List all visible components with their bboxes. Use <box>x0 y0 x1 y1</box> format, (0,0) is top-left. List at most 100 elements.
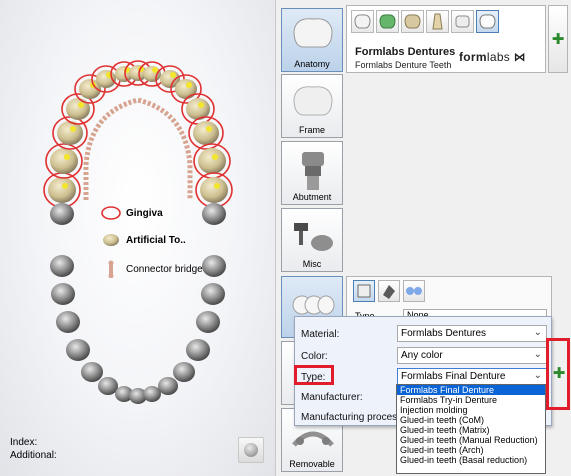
antagonist-tooth <box>51 283 75 305</box>
antagonist-tooth <box>50 203 74 225</box>
shade-icon <box>383 285 395 299</box>
teeth-pair-icon <box>406 287 422 295</box>
artificial-tooth[interactable] <box>45 143 83 179</box>
category-abutment-label: Abutment <box>292 192 332 202</box>
tooth-marker <box>62 183 68 189</box>
legend-artificial-teeth[interactable]: Artificial To.. <box>100 232 186 248</box>
type-select[interactable]: Formlabs Final Denture ⌄ <box>397 368 547 385</box>
tooth-marker <box>64 154 70 160</box>
tooth-type-premolar[interactable] <box>401 10 424 33</box>
tooth-marker <box>170 72 176 78</box>
tooth-marker <box>212 154 218 160</box>
color-select[interactable]: Any color ⌄ <box>397 347 547 364</box>
material-label: Material: <box>301 329 340 340</box>
antagonist-tooth <box>202 255 226 277</box>
type-select-value: Formlabs Final Denture <box>401 371 506 382</box>
type-option[interactable]: Glued-in teeth (Manual Reduction) <box>397 435 545 445</box>
antagonist-tooth <box>186 339 210 361</box>
category-abutment-button[interactable]: Abutment <box>281 141 343 205</box>
artificial-tooth[interactable] <box>91 65 121 93</box>
crown-icon <box>455 15 470 28</box>
misc-icon <box>294 223 333 251</box>
legend-connector-bridge-label: Connector bridge <box>126 263 203 275</box>
gingiva-ring-icon <box>101 206 121 220</box>
tooth-type-denture-set[interactable] <box>476 10 499 33</box>
legend-gingiva-label: Gingiva <box>126 207 163 219</box>
category-anatomy-button[interactable]: Anatomy <box>281 8 343 72</box>
removable-tab-teeth[interactable] <box>403 280 425 302</box>
tooth-marker <box>206 126 212 132</box>
type-option[interactable]: Glued-in teeth (Basal reduction) <box>397 455 545 465</box>
category-removable-label: Removable <box>289 459 335 469</box>
product-name: Formlabs Dentures <box>355 46 456 58</box>
tooth-marker <box>70 126 76 132</box>
tooth-crown <box>66 98 90 120</box>
artificial-tooth-icon <box>103 234 119 246</box>
additional-label: Additional: <box>10 450 57 461</box>
brand-logo-bold: form <box>459 50 487 64</box>
view-toggle-button[interactable] <box>238 437 264 463</box>
molar-icon <box>354 14 371 29</box>
premolar-icon <box>404 14 421 29</box>
chevron-down-icon: ⌄ <box>533 370 542 381</box>
tooth-type-molar[interactable] <box>351 10 374 33</box>
type-option[interactable]: Formlabs Try-in Denture <box>397 395 545 405</box>
type-option[interactable]: Formlabs Final Denture <box>397 385 545 395</box>
material-select[interactable]: Formlabs Dentures ⌄ <box>397 325 547 342</box>
artificial-tooth[interactable] <box>195 172 233 208</box>
tooth-type-incisor[interactable] <box>426 10 449 33</box>
tooth-crown <box>48 177 76 203</box>
antagonist-tooth <box>98 377 118 395</box>
legend-artificial-teeth-label: Artificial To.. <box>126 234 186 246</box>
tooth-marker <box>186 82 192 88</box>
antagonist-tooth <box>56 311 80 333</box>
tooth-type-crown[interactable] <box>451 10 474 33</box>
removable-tab-base[interactable] <box>353 280 375 302</box>
denture-set-icon <box>479 14 496 29</box>
antagonist-tooth <box>143 386 161 402</box>
abutment-icon <box>302 152 324 190</box>
legend-connector-bridge[interactable]: Connector bridge <box>100 260 203 278</box>
tooth-crown <box>175 79 197 99</box>
antagonist-tooth <box>201 283 225 305</box>
category-misc-label: Misc <box>302 259 322 269</box>
upper-arch-teeth <box>43 60 233 208</box>
add-button-highlight-box <box>546 338 570 410</box>
type-dropdown-list[interactable]: Formlabs Final Denture Formlabs Try-in De… <box>396 384 546 474</box>
chevron-down-icon: ⌄ <box>533 349 542 360</box>
material-select-value: Formlabs Dentures <box>401 328 487 339</box>
product-subtitle: Formlabs Denture Teeth <box>355 60 452 70</box>
incisor-icon <box>432 13 443 30</box>
category-misc-button[interactable]: Misc <box>281 208 343 272</box>
tooth-crown <box>143 66 161 82</box>
tooth-crown <box>193 121 219 145</box>
color-select-value: Any color <box>401 350 443 361</box>
material-library-panel: Formlabs Dentures Formlabs Denture Teeth… <box>346 5 546 73</box>
type-option[interactable]: Glued-in teeth (CoM) <box>397 415 545 425</box>
legend-gingiva[interactable]: Gingiva <box>100 205 163 221</box>
add-material-button[interactable]: ✚ <box>548 5 568 73</box>
formlabs-logo: formlabs ⋈ <box>459 50 526 64</box>
tooth-marker <box>214 183 220 189</box>
tooth-marker <box>198 102 204 108</box>
type-option[interactable]: Glued-in teeth (Matrix) <box>397 425 545 435</box>
jaw-arch-panel[interactable]: Gingiva Artificial To.. Connector bridge… <box>0 0 276 476</box>
category-frame-button[interactable]: Frame <box>281 74 343 138</box>
plus-icon: ✚ <box>551 31 565 48</box>
type-highlight-box <box>294 365 334 385</box>
antagonist-tooth <box>173 362 195 382</box>
antagonist-tooth <box>66 339 90 361</box>
removable-tab-shade[interactable] <box>378 280 400 302</box>
antagonist-tooth <box>50 255 74 277</box>
tooth-crown <box>198 148 226 174</box>
antagonist-tooth <box>158 377 178 395</box>
tooth-type-green[interactable] <box>376 10 399 33</box>
connector-bridge-layer <box>83 97 193 200</box>
category-anatomy-label: Anatomy <box>294 59 330 69</box>
antagonist-tooth <box>196 311 220 333</box>
antagonist-tooth <box>81 362 103 382</box>
index-label: Index: <box>10 437 38 448</box>
connector-bridge-icon <box>108 260 114 278</box>
type-option[interactable]: Glued-in teeth (Arch) <box>397 445 545 455</box>
type-option[interactable]: Injection molding <box>397 405 545 415</box>
